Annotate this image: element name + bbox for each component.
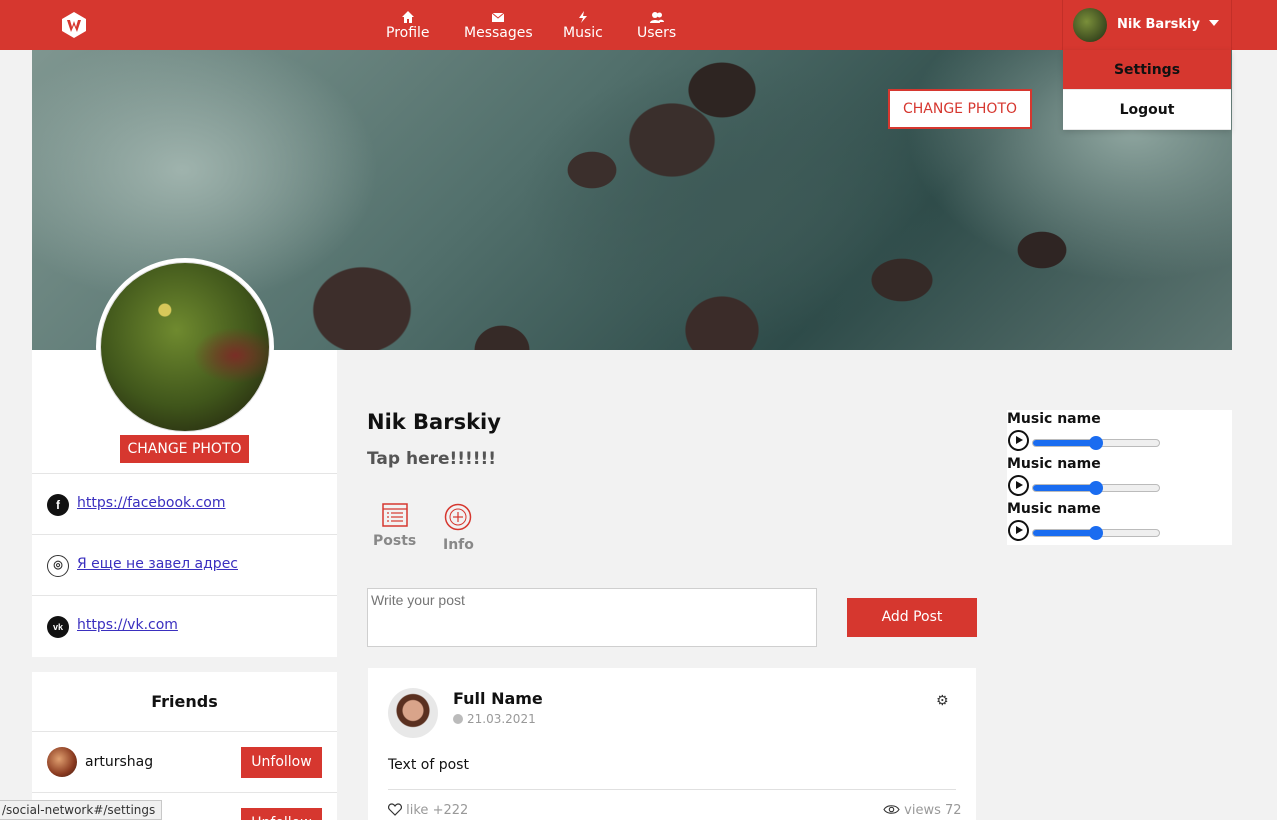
avatar <box>388 688 438 738</box>
avatar[interactable] <box>47 747 77 777</box>
post-card: Full Name 21.03.2021 ⚙ Text of post like… <box>368 668 976 820</box>
nav-profile-label: Profile <box>386 25 430 41</box>
user-dropdown-menu: Settings Logout <box>1063 50 1231 130</box>
views-count: 72 <box>945 803 962 818</box>
music-track: Music name <box>1007 410 1232 455</box>
like-count: +222 <box>432 803 469 818</box>
avatar <box>1073 8 1107 42</box>
post-divider <box>388 789 956 790</box>
track-progress-slider[interactable] <box>1032 526 1160 540</box>
unfollow-button[interactable]: Unfollow <box>241 747 322 778</box>
user-name: Nik Barskiy <box>1117 17 1200 32</box>
contact-row-vk: vk https://vk.com <box>32 595 337 656</box>
post-text: Text of post <box>388 757 469 773</box>
nav-messages-label: Messages <box>464 25 533 41</box>
track-progress-slider[interactable] <box>1032 436 1160 450</box>
tab-info-label: Info <box>443 537 474 553</box>
website-link[interactable]: Я еще не завел адрес <box>77 556 238 572</box>
home-icon <box>401 11 414 23</box>
track-progress-slider[interactable] <box>1032 481 1160 495</box>
facebook-link[interactable]: https://facebook.com <box>77 495 225 511</box>
w-logo-icon[interactable] <box>60 11 88 39</box>
nav-music-label: Music <box>563 25 603 41</box>
friend-row: arturshag Unfollow <box>32 732 337 793</box>
heart-icon <box>388 803 402 816</box>
nav-profile[interactable]: Profile <box>386 10 430 40</box>
facebook-icon: f <box>47 494 69 516</box>
cover-change-photo-button[interactable]: CHANGE PHOTO <box>888 89 1032 129</box>
info-icon <box>445 503 472 531</box>
post-input[interactable] <box>367 588 817 647</box>
friends-card: Friends arturshag Unfollow Unfollow <box>32 672 337 820</box>
nav-music[interactable]: Music <box>563 10 603 40</box>
views-counter: views 72 <box>883 803 962 818</box>
vk-link[interactable]: https://vk.com <box>77 617 178 633</box>
post-author: Full Name <box>453 689 543 708</box>
tab-posts-label: Posts <box>373 533 417 549</box>
like-label: like <box>406 803 429 818</box>
avatar-change-photo-button[interactable]: CHANGE PHOTO <box>120 435 249 463</box>
music-track: Music name <box>1007 455 1232 500</box>
lightning-icon <box>578 11 587 23</box>
post-date-text: 21.03.2021 <box>467 712 536 726</box>
menu-item-settings[interactable]: Settings <box>1063 50 1231 90</box>
profile-name: Nik Barskiy <box>367 410 501 434</box>
views-label: views <box>904 803 941 818</box>
nav-users[interactable]: Users <box>637 10 676 40</box>
envelope-icon <box>492 12 505 22</box>
friends-title: Friends <box>32 672 337 732</box>
unfollow-button[interactable]: Unfollow <box>241 808 322 820</box>
add-post-button[interactable]: Add Post <box>847 598 977 637</box>
post-date: 21.03.2021 <box>453 712 536 726</box>
eye-icon <box>883 805 900 814</box>
nav-users-label: Users <box>637 25 677 41</box>
play-icon[interactable] <box>1008 430 1029 451</box>
like-button[interactable]: like +222 <box>388 803 468 818</box>
contact-row-facebook: f https://facebook.com <box>32 473 337 534</box>
profile-avatar <box>96 258 274 436</box>
browser-status-url: /social-network#/settings <box>0 800 163 820</box>
gear-icon[interactable]: ⚙ <box>936 693 949 709</box>
contact-row-website: ◎ Я еще не завел адрес <box>32 534 337 595</box>
nav-messages[interactable]: Messages <box>464 10 533 40</box>
users-icon <box>649 12 664 23</box>
vk-icon: vk <box>47 616 69 638</box>
play-icon[interactable] <box>1008 475 1029 496</box>
friend-name[interactable]: arturshag <box>85 754 153 770</box>
profile-status[interactable]: Tap here!!!!!! <box>367 449 496 469</box>
tab-info[interactable]: Info <box>443 503 474 553</box>
list-icon <box>381 503 408 527</box>
clock-icon <box>453 714 463 724</box>
track-name: Music name <box>1007 501 1101 517</box>
track-name: Music name <box>1007 456 1101 472</box>
track-name: Music name <box>1007 411 1101 427</box>
tab-posts[interactable]: Posts <box>373 503 416 549</box>
user-menu-toggle[interactable]: Nik Barskiy <box>1062 0 1232 50</box>
caret-down-icon <box>1209 20 1219 26</box>
globe-icon: ◎ <box>47 555 69 577</box>
music-widget: Music name Music name Music name <box>1007 410 1232 545</box>
menu-item-logout[interactable]: Logout <box>1063 90 1231 130</box>
play-icon[interactable] <box>1008 520 1029 541</box>
music-track: Music name <box>1007 500 1232 545</box>
